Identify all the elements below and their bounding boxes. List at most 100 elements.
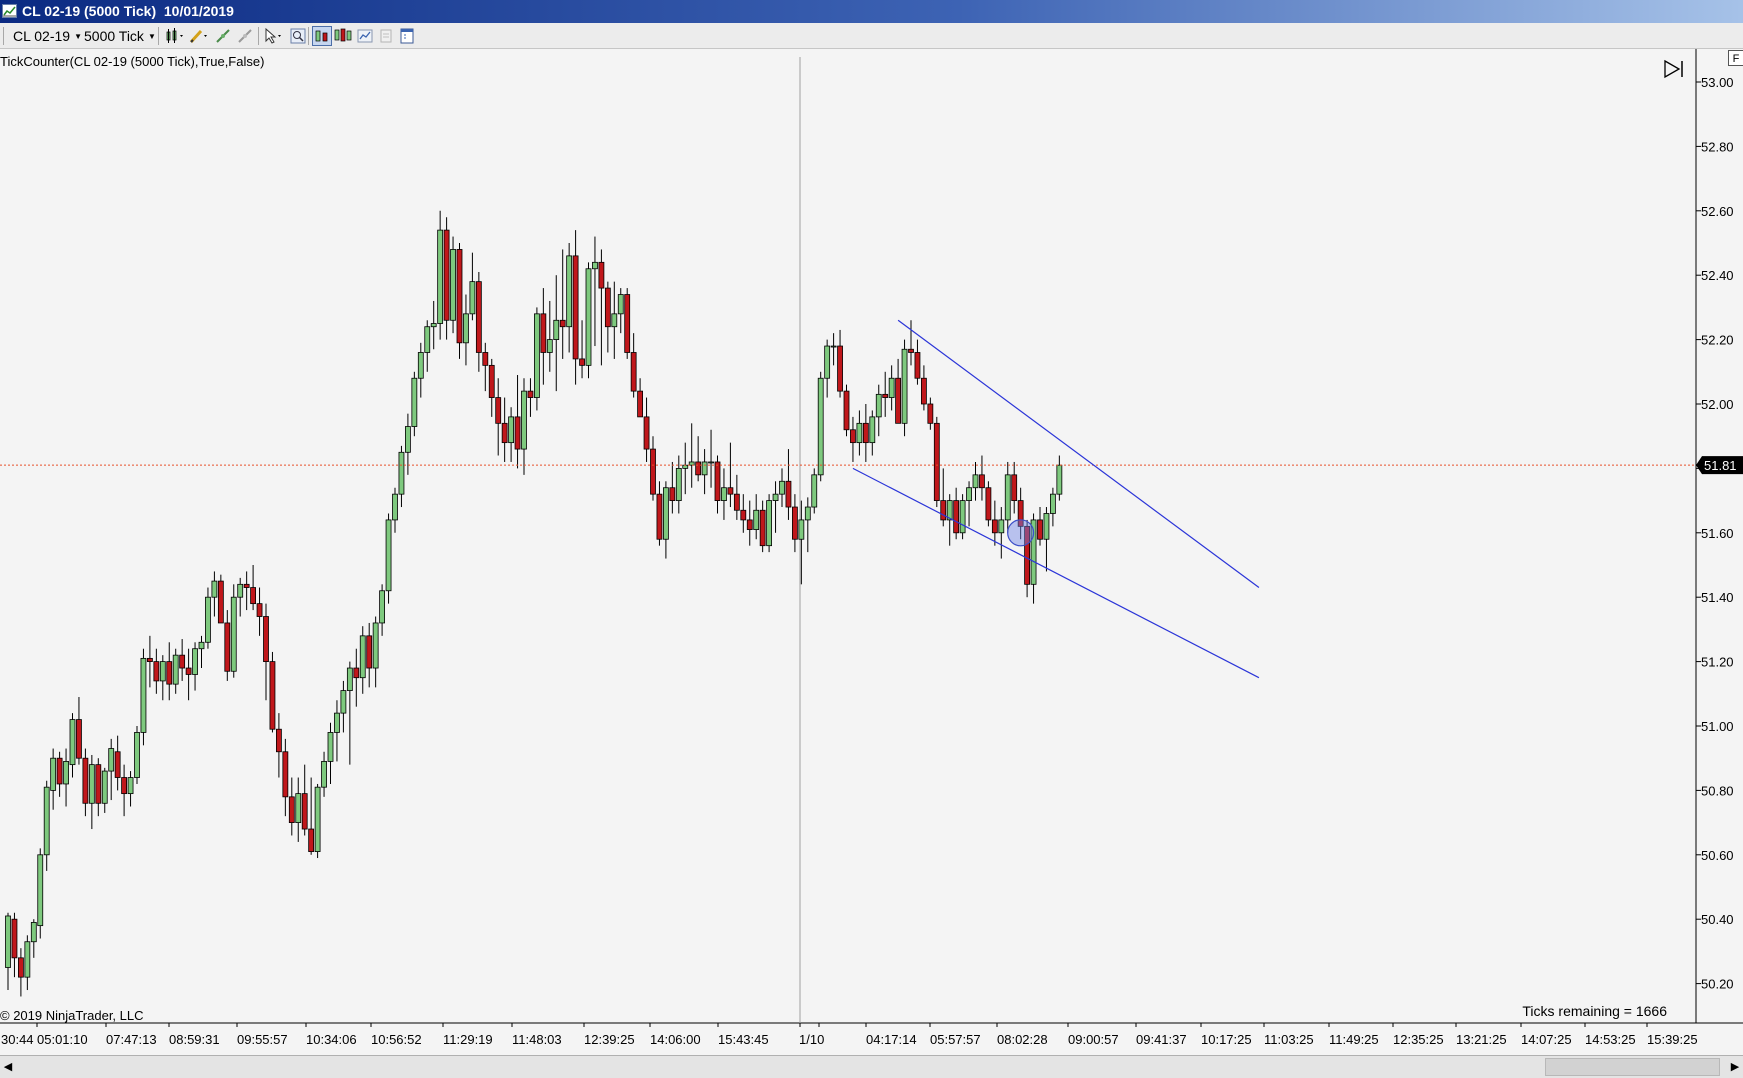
candle-body-up <box>592 261 598 270</box>
strategy-icon[interactable] <box>355 26 375 46</box>
candle <box>140 648 147 746</box>
candle-body-down <box>991 519 998 534</box>
candle-body-up <box>359 635 366 679</box>
y-axis-tick-label: 52.00 <box>1701 397 1734 412</box>
y-axis-tick-label: 51.00 <box>1701 719 1734 734</box>
x-axis-tick-label: 09:55:57 <box>237 1032 288 1047</box>
candle <box>334 700 340 762</box>
candle-body-up <box>134 732 140 778</box>
interval-label: 5000 Tick <box>84 28 144 44</box>
toolbar-separator <box>308 27 309 45</box>
candle <box>914 339 921 385</box>
candle-body-up <box>430 323 437 328</box>
candle <box>850 416 856 462</box>
drawing-pencil-icon[interactable] <box>188 26 208 46</box>
candle-body-down <box>933 422 940 502</box>
candle-body-up <box>385 519 392 592</box>
candle <box>766 494 772 553</box>
zoom-icon[interactable] <box>288 26 308 46</box>
candle-body-down <box>695 461 702 476</box>
bar-type-icon[interactable] <box>164 26 184 46</box>
x-axis-tick-label: 08:02:28 <box>997 1032 1048 1047</box>
candle-body-down <box>495 397 502 424</box>
candle <box>521 378 527 475</box>
candle-body-down <box>927 403 934 424</box>
candle-body-up <box>1050 493 1056 514</box>
chart-type-icon[interactable] <box>312 26 332 46</box>
x-axis-tick-label: 30:44 <box>1 1032 34 1047</box>
scrollbar-thumb[interactable] <box>1545 1058 1720 1076</box>
candle-body-down <box>121 777 127 795</box>
candle <box>340 680 347 733</box>
horizontal-scrollbar[interactable]: ◀ ▶ <box>0 1055 1743 1078</box>
properties-icon[interactable] <box>397 26 417 46</box>
candle <box>953 487 960 540</box>
pointer-icon[interactable] <box>262 26 282 46</box>
candle-body-down <box>269 661 276 730</box>
candle <box>888 365 895 411</box>
candle <box>946 494 953 546</box>
candle-body-up <box>37 854 44 927</box>
candle <box>88 754 95 830</box>
candle <box>1004 461 1011 533</box>
candle-body-down <box>250 587 257 605</box>
candle <box>263 603 269 701</box>
window-title: CL 02-19 (5000 Tick) 10/01/2019 <box>22 3 234 19</box>
scroll-left-icon[interactable]: ◀ <box>0 1058 16 1076</box>
draw-tool-icon[interactable] <box>214 26 234 46</box>
y-axis-tick-label: 53.00 <box>1701 75 1734 90</box>
candle <box>708 429 714 488</box>
instrument-selector[interactable]: CL 02-19 ▼ <box>13 26 82 46</box>
candle-body-down <box>514 416 521 450</box>
price-chart[interactable]: 53.0052.8052.6052.4052.2052.0051.8051.60… <box>0 49 1743 1049</box>
candle <box>256 587 263 636</box>
candle <box>205 587 211 649</box>
candle-body-down <box>572 255 579 360</box>
multi-chart-icon[interactable] <box>333 26 353 46</box>
y-axis-tick-label: 51.20 <box>1701 655 1734 670</box>
candle-body-down <box>656 493 663 540</box>
window-title-bar[interactable]: CL 02-19 (5000 Tick) 10/01/2019 <box>0 0 1743 23</box>
x-axis-tick-label: 11:48:03 <box>512 1032 562 1047</box>
candle <box>166 642 173 701</box>
candle <box>940 468 947 527</box>
candle-body-up <box>321 761 327 788</box>
candle-body-down <box>488 364 495 398</box>
candle-body-up <box>63 761 69 785</box>
candle-body-up <box>779 480 785 495</box>
candle-body-up <box>340 690 347 714</box>
candle <box>811 468 818 514</box>
data-box-icon[interactable] <box>376 26 396 46</box>
x-axis-tick-label: 14:53:25 <box>1585 1032 1636 1047</box>
candle-body-up <box>398 451 405 495</box>
candle <box>1050 487 1056 527</box>
candle-body-down <box>1011 474 1018 501</box>
y-axis-tick-label: 51.40 <box>1701 590 1734 605</box>
candle-body-up <box>237 583 244 598</box>
snap-tool-icon[interactable] <box>236 26 256 46</box>
candle <box>43 780 50 871</box>
candle <box>430 300 437 350</box>
candle-body-up <box>869 416 876 444</box>
candle <box>495 378 502 456</box>
scroll-right-icon[interactable]: ▶ <box>1727 1058 1743 1076</box>
candle <box>643 397 650 462</box>
candle <box>540 288 547 385</box>
candle-body-down <box>643 416 650 450</box>
toolbar-separator <box>3 27 4 45</box>
interval-selector[interactable]: 5000 Tick ▼ <box>84 26 156 46</box>
candle <box>217 574 224 624</box>
x-axis-tick-label: 15:39:25 <box>1647 1032 1698 1047</box>
candle <box>230 584 237 678</box>
candle-body-up <box>585 268 592 366</box>
candle <box>546 300 553 372</box>
candle-body-down <box>914 352 921 379</box>
y-axis-tick-label: 50.20 <box>1701 977 1734 992</box>
candle <box>675 455 682 514</box>
candle <box>779 468 785 508</box>
candle-body-down <box>630 352 637 392</box>
candle <box>727 442 734 508</box>
candle-body-up <box>127 777 134 795</box>
candle <box>282 738 289 817</box>
candle <box>862 404 869 462</box>
